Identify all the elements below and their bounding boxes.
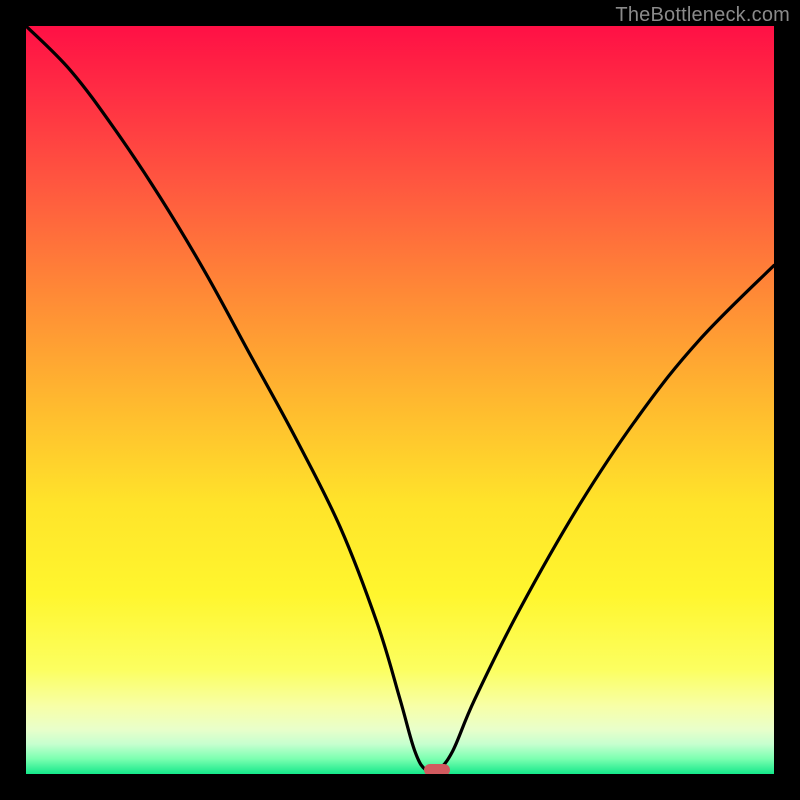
optimal-point-marker xyxy=(424,764,450,774)
bottleneck-curve xyxy=(26,26,774,773)
chart-frame: TheBottleneck.com xyxy=(0,0,800,800)
plot-area xyxy=(26,26,774,774)
curve-layer xyxy=(26,26,774,774)
watermark-text: TheBottleneck.com xyxy=(615,4,790,27)
